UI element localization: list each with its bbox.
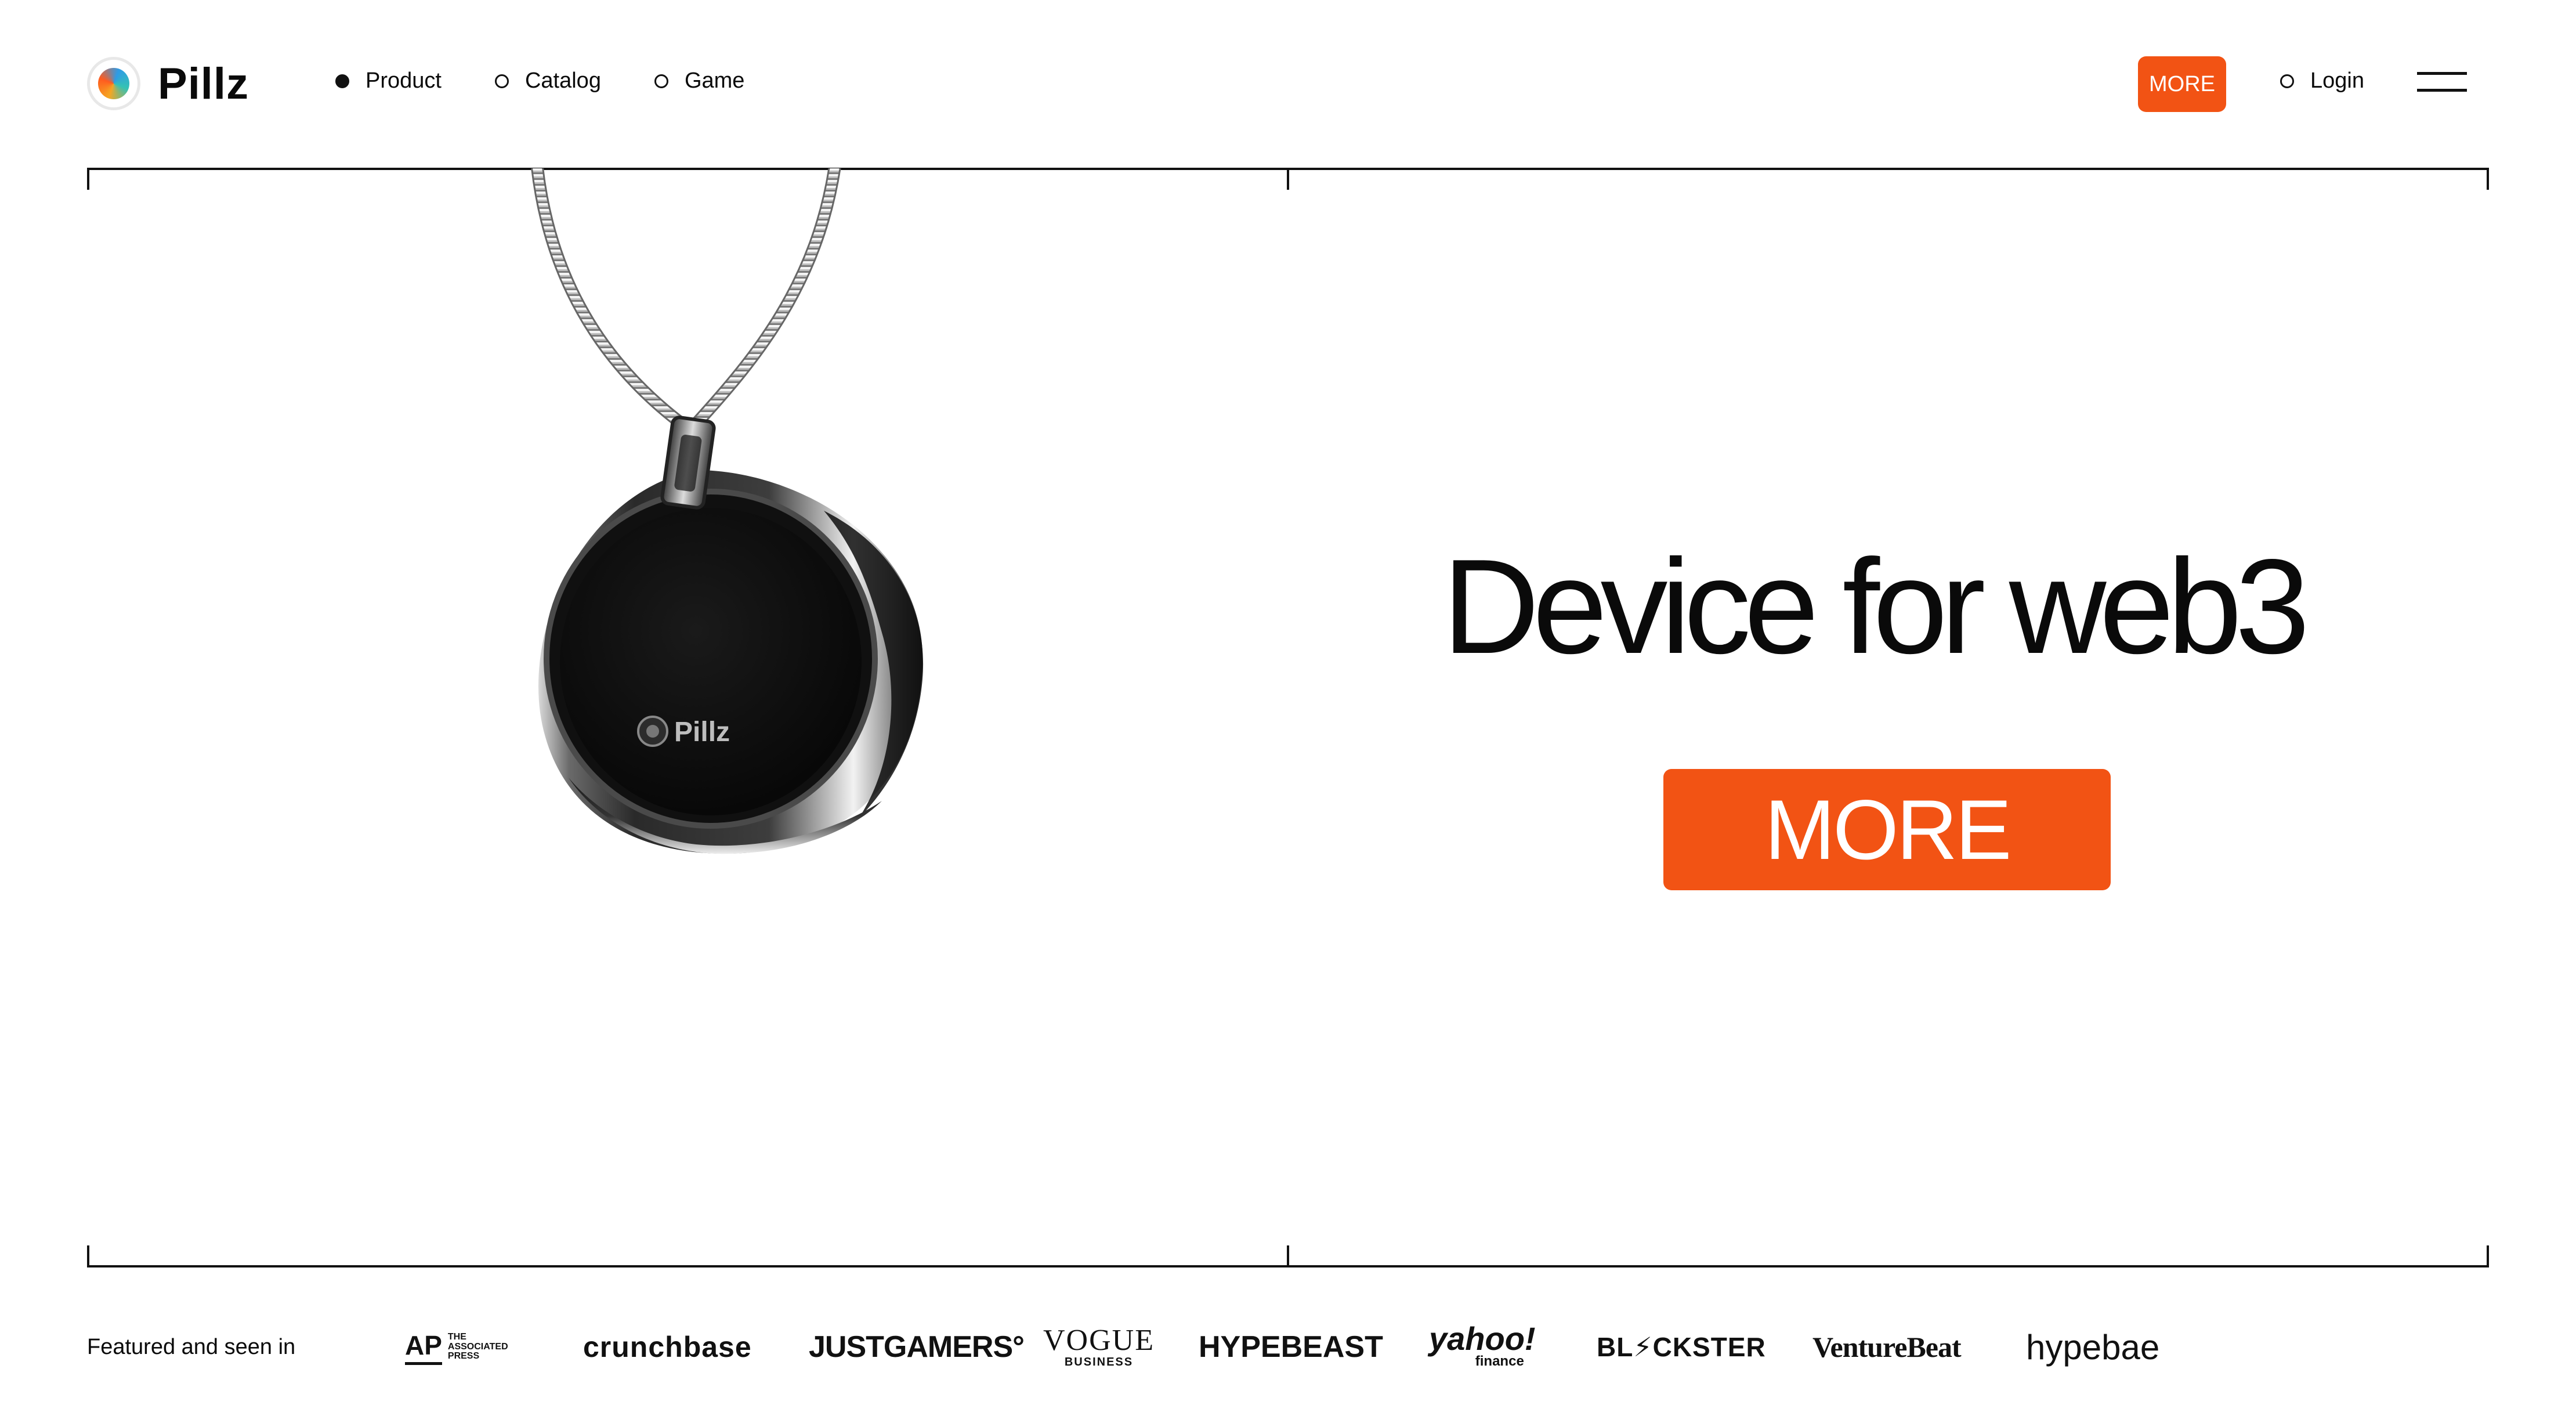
- press-logo-blockster[interactable]: BL⚡CKSTER: [1597, 1321, 1766, 1373]
- logo-mark-icon: [87, 57, 140, 110]
- pendant-product-image: Pillz: [531, 168, 924, 854]
- nav-item-catalog[interactable]: Catalog: [494, 68, 601, 93]
- ap-logo-subtext: THE ASSOCIATED PRESS: [447, 1331, 508, 1362]
- hero-headline: Device for web3: [1442, 532, 2310, 682]
- login-link[interactable]: Login: [2280, 68, 2364, 93]
- landing-page: Pillz Product Catalog Game MORE Login Pi…: [0, 0, 2576, 1412]
- frame-top-right-tick: [2487, 168, 2489, 190]
- pendant-brand-text: Pillz: [674, 717, 730, 747]
- frame-bottom-right-tick: [2487, 1245, 2489, 1267]
- bullet-icon: [654, 74, 668, 88]
- ap-logo-text: AP: [405, 1330, 442, 1365]
- press-logo-vogue-business[interactable]: VOGUE BUSINESS: [1043, 1321, 1155, 1373]
- press-logo-crunchbase[interactable]: crunchbase: [583, 1321, 752, 1373]
- yahoo-logo-subtext: finance: [1475, 1353, 1524, 1370]
- brand-name: Pillz: [158, 59, 249, 109]
- nav-item-label: Catalog: [524, 68, 601, 93]
- nav-item-game[interactable]: Game: [654, 68, 744, 93]
- hero-more-button[interactable]: MORE: [1663, 769, 2111, 890]
- press-logo-yahoo-finance[interactable]: yahoo! finance: [1429, 1321, 1536, 1373]
- frame-top-mid-tick: [1287, 168, 1289, 190]
- frame-top-left-tick: [87, 168, 89, 190]
- bullet-icon: [494, 74, 509, 88]
- login-label: Login: [2310, 68, 2364, 93]
- vogue-logo-subtext: BUSINESS: [1064, 1355, 1134, 1368]
- yahoo-logo-text: yahoo!: [1429, 1320, 1536, 1357]
- press-logo-hypebeast[interactable]: HYPEBEAST: [1199, 1321, 1383, 1373]
- bullet-icon: [2280, 74, 2294, 88]
- brand-logo[interactable]: Pillz: [87, 57, 249, 110]
- header-more-button[interactable]: MORE: [2138, 56, 2226, 112]
- frame-bottom-left-tick: [87, 1245, 89, 1267]
- nav-item-label: Product: [366, 68, 442, 93]
- nav-item-product[interactable]: Product: [335, 68, 442, 93]
- hamburger-menu-icon[interactable]: [2417, 72, 2467, 92]
- main-nav: Product Catalog Game: [335, 68, 798, 93]
- vogue-logo-text: VOGUE: [1043, 1323, 1155, 1357]
- active-bullet-icon: [335, 74, 349, 88]
- frame-bottom-mid-tick: [1287, 1245, 1289, 1267]
- nav-item-label: Game: [684, 68, 745, 93]
- featured-label: Featured and seen in: [87, 1335, 296, 1359]
- press-logo-hypebae[interactable]: hypebae: [2026, 1321, 2159, 1373]
- press-logo-ap[interactable]: AP THE ASSOCIATED PRESS: [405, 1321, 508, 1373]
- press-logo-venturebeat[interactable]: VentureBeat: [1812, 1321, 1962, 1373]
- press-logo-justgamers[interactable]: JUSTGAMERS°: [809, 1321, 1025, 1373]
